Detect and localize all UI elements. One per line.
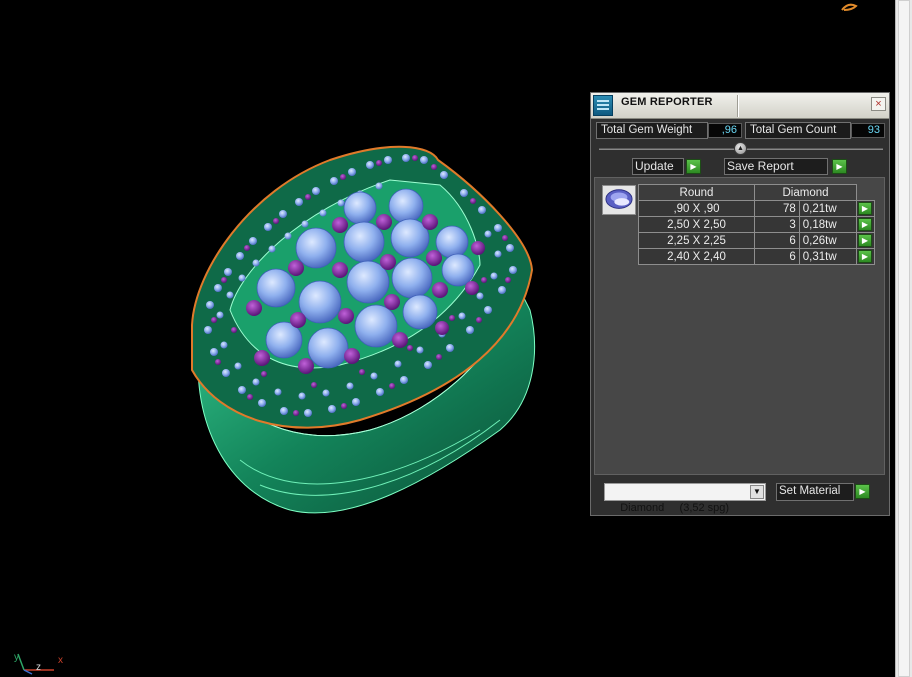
row-arrow-icon[interactable]: ▶ — [858, 250, 872, 263]
set-material-label: Set Material — [779, 485, 841, 497]
panel-title: GEM REPORTER — [621, 96, 713, 108]
gem-reporter-panel: GEM REPORTER × Total Gem Weight ,96 Tota… — [590, 92, 890, 516]
material-select[interactable]: Diamond (3,52 spg) ▼ — [604, 483, 766, 514]
gem-reporter-icon — [593, 95, 613, 116]
gem-count: 3 — [754, 216, 800, 233]
table-row[interactable]: ,90 X ,90 78 0,21tw ▶ — [638, 200, 875, 217]
chevron-down-icon[interactable]: ▼ — [750, 485, 764, 499]
gem-size: 2,25 X 2,25 — [638, 232, 755, 249]
gem-size: 2,40 X 2,40 — [638, 248, 755, 265]
set-material-arrow-icon[interactable]: ▶ — [855, 484, 870, 499]
table-row[interactable]: 2,50 X 2,50 3 0,18tw ▶ — [638, 216, 875, 233]
ring-model — [191, 145, 535, 514]
set-material-button[interactable]: Set Material — [776, 483, 854, 501]
gem-weight: 0,21tw — [798, 200, 858, 217]
axis-label-z: z — [36, 662, 41, 673]
logo-mark — [841, 3, 858, 11]
axis-label-y: y — [14, 652, 19, 663]
row-action-cell: ▶ — [856, 248, 875, 265]
gem-weight: 0,18tw — [798, 216, 858, 233]
scrollbar-thumb[interactable] — [898, 0, 910, 677]
material-header: Diamond — [754, 184, 857, 201]
update-button[interactable]: Update — [632, 158, 684, 175]
row-arrow-icon[interactable]: ▶ — [858, 202, 872, 215]
row-arrow-icon[interactable]: ▶ — [858, 218, 872, 231]
table-row[interactable]: 2,40 X 2,40 6 0,31tw ▶ — [638, 248, 875, 265]
table-row[interactable]: 2,25 X 2,25 6 0,26tw ▶ — [638, 232, 875, 249]
save-report-label: Save Report — [727, 159, 794, 173]
update-label: Update — [635, 159, 674, 173]
row-action-cell: ▶ — [856, 216, 875, 233]
round-gem-icon[interactable] — [602, 185, 636, 215]
gem-list-area: Round Diamond ,90 X ,90 78 0,21tw ▶ 2,50… — [594, 177, 885, 475]
gem-count: 78 — [754, 200, 800, 217]
gem-table: Round Diamond ,90 X ,90 78 0,21tw ▶ 2,50… — [638, 184, 875, 265]
gem-size: 2,50 X 2,50 — [638, 216, 755, 233]
total-count-value: 93 — [851, 123, 885, 138]
row-arrow-icon[interactable]: ▶ — [858, 234, 872, 247]
total-weight-label: Total Gem Weight — [596, 122, 708, 139]
shape-header: Round — [638, 184, 755, 201]
gem-weight: 0,26tw — [798, 232, 858, 249]
header-spacer — [857, 185, 875, 201]
save-report-arrow-icon[interactable]: ▶ — [832, 159, 847, 174]
table-header-row: Round Diamond — [638, 184, 875, 201]
material-select-value: Diamond (3,52 spg) — [620, 502, 730, 514]
row-action-cell: ▶ — [856, 232, 875, 249]
panel-titlebar[interactable]: GEM REPORTER × — [591, 93, 889, 119]
update-arrow-icon[interactable]: ▶ — [686, 159, 701, 174]
gem-size: ,90 X ,90 — [638, 200, 755, 217]
gem-count: 6 — [754, 248, 800, 265]
round-gem-shape — [605, 189, 633, 209]
splitter-handle[interactable]: ▲ — [734, 142, 747, 155]
title-divider — [737, 95, 739, 117]
vertical-scrollbar[interactable] — [895, 0, 912, 677]
save-report-button[interactable]: Save Report — [724, 158, 828, 175]
total-count-label: Total Gem Count — [745, 122, 851, 139]
axis-label-x: x — [58, 655, 63, 666]
close-icon[interactable]: × — [871, 97, 886, 111]
gem-weight: 0,31tw — [798, 248, 858, 265]
row-action-cell: ▶ — [856, 200, 875, 217]
total-weight-value: ,96 — [708, 123, 742, 138]
gem-count: 6 — [754, 232, 800, 249]
